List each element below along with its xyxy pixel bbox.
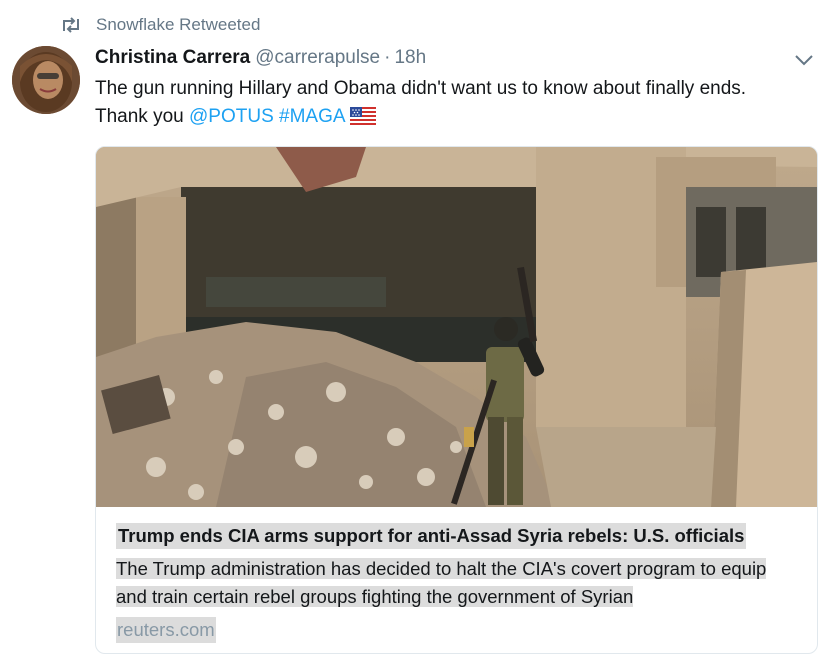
tweet-text-prefix: Thank you xyxy=(95,106,189,127)
card-domain[interactable]: reuters.com xyxy=(116,617,216,643)
card-description: The Trump administration has decided to … xyxy=(116,555,796,611)
avatar-image xyxy=(12,46,80,114)
separator: · xyxy=(384,47,391,68)
retweet-label[interactable]: Snowflake Retweeted xyxy=(96,15,260,35)
link-card[interactable]: Trump ends CIA arms support for anti-Ass… xyxy=(95,146,818,654)
tweet-text: The gun running Hillary and Obama didn't… xyxy=(95,75,815,131)
mention-link[interactable]: @POTUS xyxy=(189,106,274,127)
us-flag-icon xyxy=(349,107,376,125)
tweet-text-line2: Thank you @POTUS #MAGA xyxy=(95,103,815,131)
retweet-icon xyxy=(63,17,79,33)
avatar[interactable] xyxy=(12,46,80,114)
card-body: Trump ends CIA arms support for anti-Ass… xyxy=(96,507,817,653)
author-handle[interactable]: @carrerapulse xyxy=(255,45,380,71)
card-title[interactable]: Trump ends CIA arms support for anti-Ass… xyxy=(116,523,747,549)
chevron-down-icon[interactable] xyxy=(793,52,815,68)
card-image xyxy=(96,147,817,507)
tweet-header: Christina Carrera @carrerapulse · 18h xyxy=(95,45,426,71)
hashtag-link[interactable]: #MAGA xyxy=(279,106,346,127)
retweet-context: Snowflake Retweeted xyxy=(60,13,260,37)
timestamp[interactable]: 18h xyxy=(394,45,426,71)
author-name[interactable]: Christina Carrera xyxy=(95,45,250,71)
card-description-text: The Trump administration has decided to … xyxy=(116,558,767,607)
tweet-text-line1: The gun running Hillary and Obama didn't… xyxy=(95,78,747,99)
